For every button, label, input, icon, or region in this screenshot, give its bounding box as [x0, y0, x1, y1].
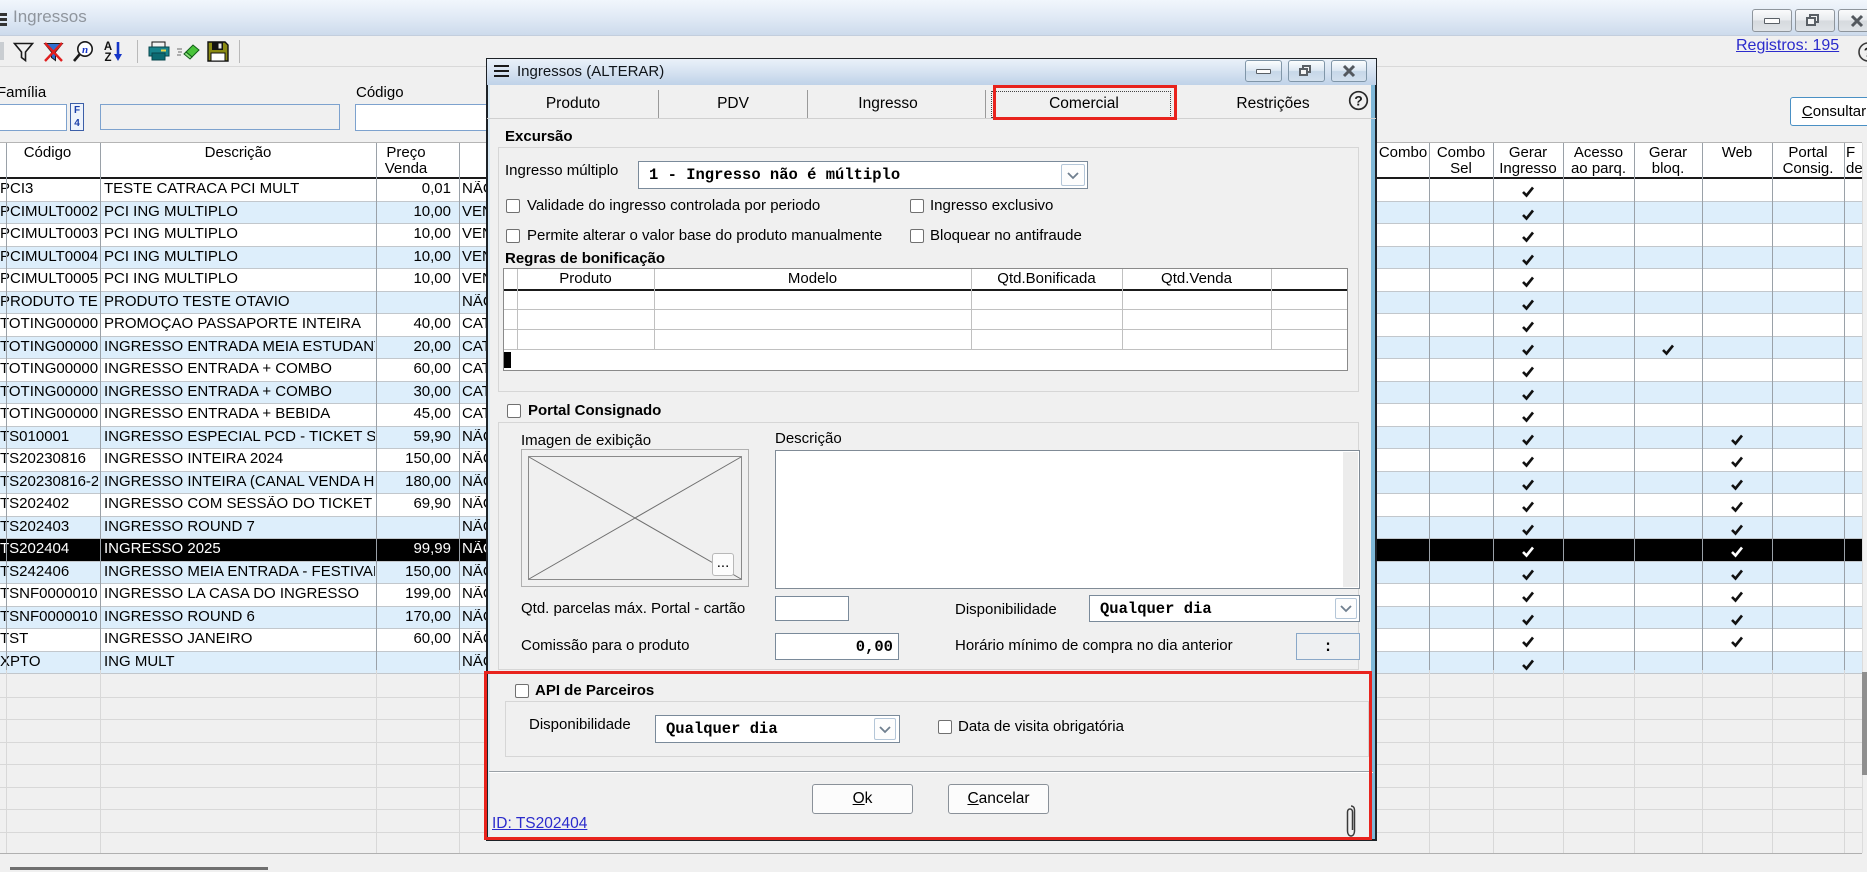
svg-text:?: ? — [1354, 93, 1363, 109]
svg-text:n: n — [82, 44, 88, 56]
svg-text:Z: Z — [104, 52, 111, 64]
